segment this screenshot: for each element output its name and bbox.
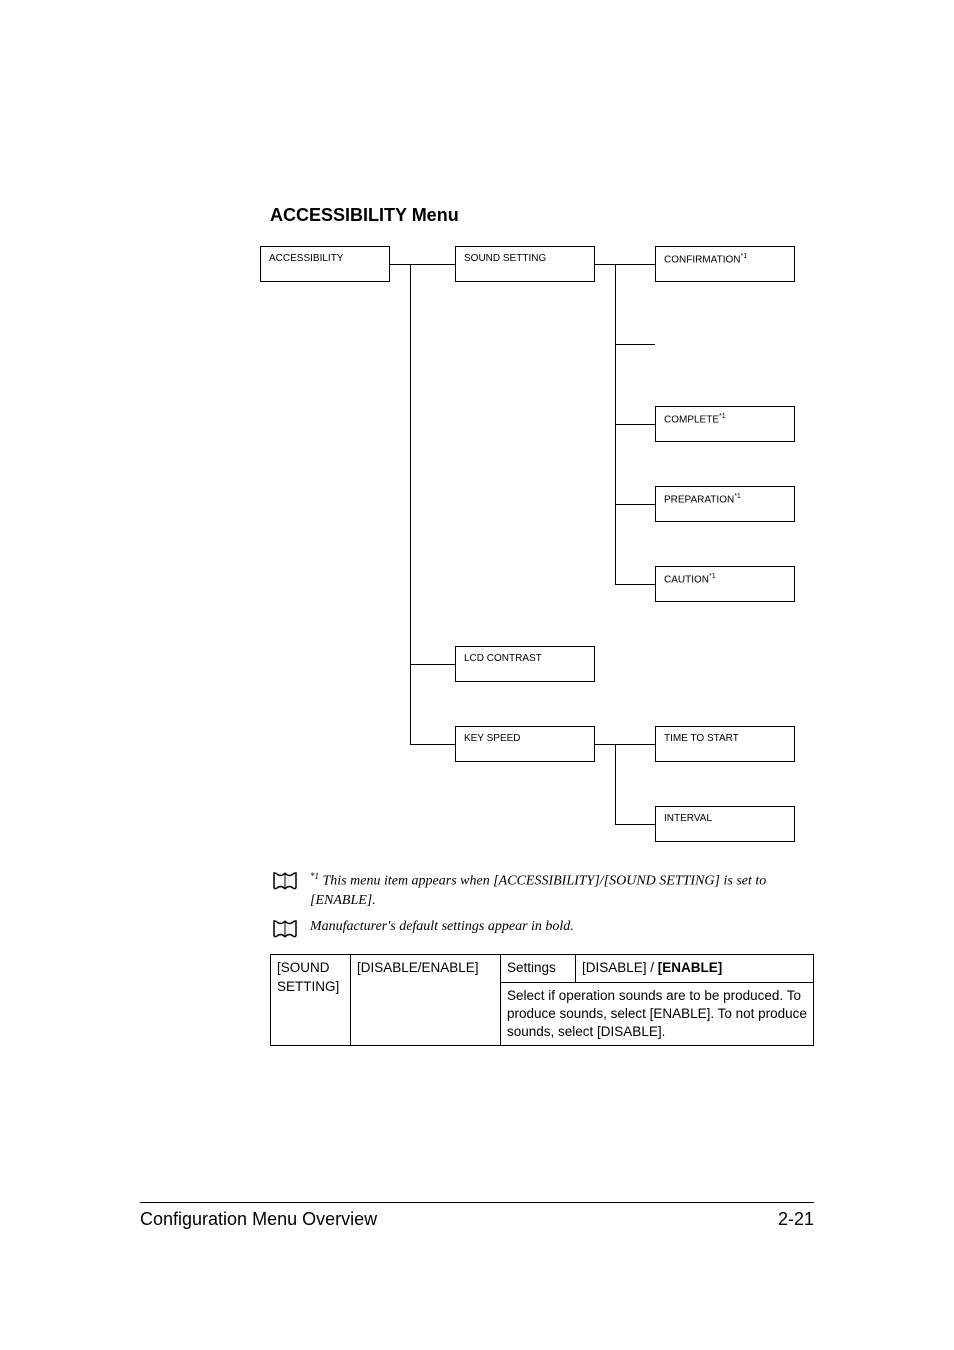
cell-settings-value-a: [DISABLE] / [582, 960, 658, 975]
box-preparation: PREPARATION*1 [655, 486, 795, 522]
box-caution: CAUTION*1 [655, 566, 795, 602]
box-key-speed-label: KEY SPEED [464, 733, 521, 744]
sup-2: *1 [719, 413, 726, 420]
page-footer: Configuration Menu Overview 2-21 [140, 1202, 814, 1230]
menu-tree-diagram: ACCESSIBILITY SOUND SETTING DISABLE/ENAB… [260, 246, 820, 856]
box-accessibility: ACCESSIBILITY [260, 246, 390, 282]
note-2: Manufacturer's default settings appear i… [270, 918, 814, 940]
footer-left: Configuration Menu Overview [140, 1209, 377, 1230]
box-interval: INTERVAL [655, 806, 795, 842]
footer-right: 2-21 [778, 1209, 814, 1230]
sup-3: *1 [734, 493, 741, 500]
cell-settings-label: Settings [501, 955, 576, 982]
box-time-to-start-label: TIME TO START [664, 733, 739, 744]
cell-description: Select if operation sounds are to be pro… [501, 982, 814, 1046]
box-sound-setting-label: SOUND SETTING [464, 253, 546, 264]
note-icon [270, 870, 300, 892]
box-confirmation-label: CONFIRMATION [664, 254, 740, 265]
box-complete: COMPLETE*1 [655, 406, 795, 442]
note-1-sup: *1 [310, 871, 319, 881]
box-key-speed: KEY SPEED [455, 726, 595, 762]
box-accessibility-label: ACCESSIBILITY [269, 253, 343, 264]
note-2-text: Manufacturer's default settings appear i… [310, 918, 574, 937]
section-title: ACCESSIBILITY Menu [270, 205, 814, 226]
note-icon [270, 918, 300, 940]
cell-disable-enable: [DISABLE/ENABLE] [351, 955, 501, 1046]
box-interval-label: INTERVAL [664, 813, 712, 824]
note-1: *1 This menu item appears when [ACCESSIB… [270, 870, 814, 910]
cell-sound-setting-line1: [SOUND [277, 960, 330, 975]
settings-table: [SOUND SETTING] [DISABLE/ENABLE] Setting… [270, 954, 814, 1046]
note-1-text: This menu item appears when [ACCESSIBILI… [310, 874, 766, 908]
cell-sound-setting-line2: SETTING] [277, 979, 339, 994]
cell-sound-setting: [SOUND SETTING] [271, 955, 351, 1046]
box-preparation-label: PREPARATION [664, 494, 734, 505]
box-sound-setting: SOUND SETTING [455, 246, 595, 282]
box-lcd-contrast-label: LCD CONTRAST [464, 653, 542, 664]
table-row: [SOUND SETTING] [DISABLE/ENABLE] Setting… [271, 955, 814, 982]
box-confirmation: CONFIRMATION*1 [655, 246, 795, 282]
box-lcd-contrast: LCD CONTRAST [455, 646, 595, 682]
box-caution-label: CAUTION [664, 574, 709, 585]
sup-1: *1 [740, 253, 747, 260]
cell-settings-value: [DISABLE] / [ENABLE] [576, 955, 814, 982]
box-complete-label: COMPLETE [664, 414, 719, 425]
box-time-to-start: TIME TO START [655, 726, 795, 762]
cell-settings-value-b: [ENABLE] [658, 960, 723, 975]
sup-4: *1 [709, 573, 716, 580]
